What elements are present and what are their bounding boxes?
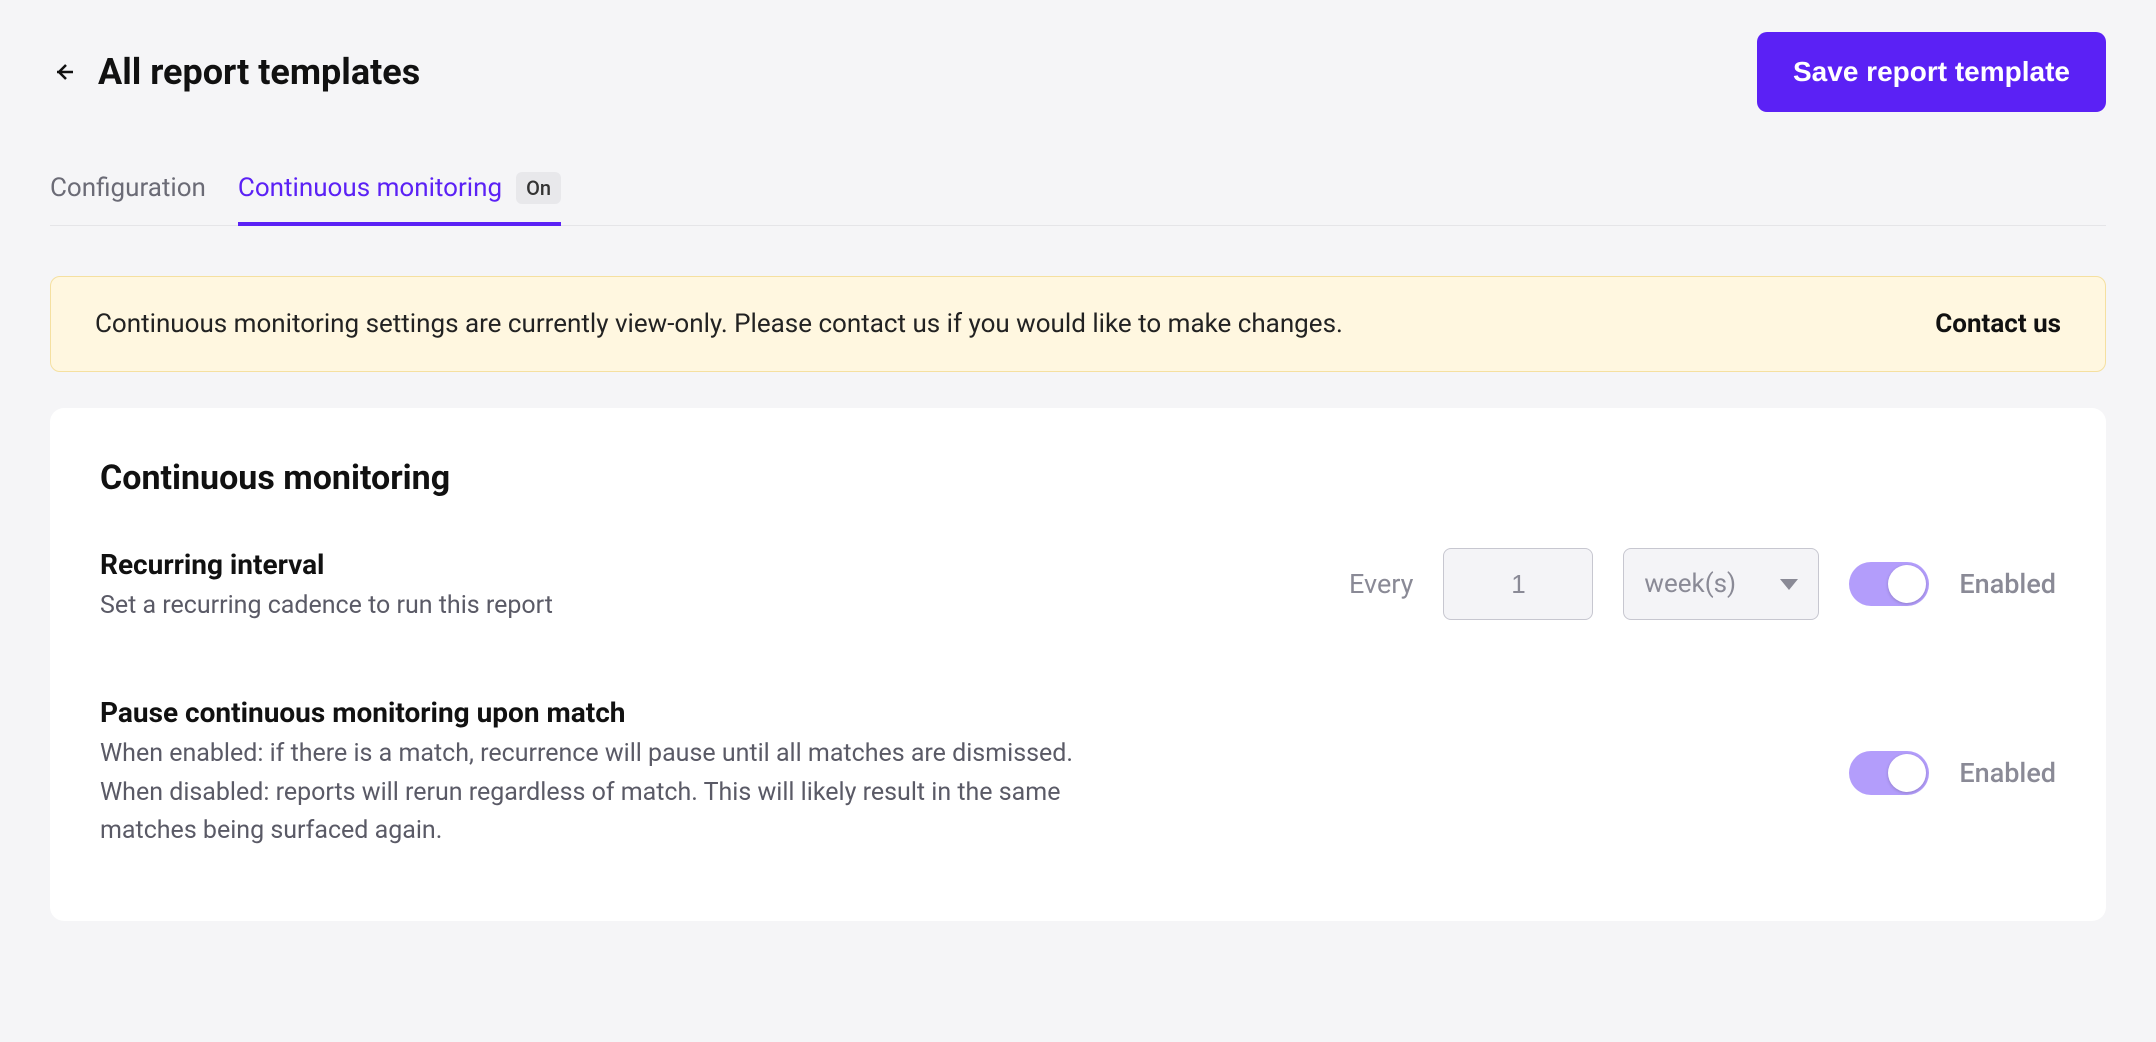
tab-label: Configuration	[50, 173, 206, 203]
setting-info: Pause continuous monitoring upon match W…	[100, 696, 1150, 851]
interval-unit-select[interactable]: week(s)	[1623, 548, 1819, 620]
pause-on-match-row: Pause continuous monitoring upon match W…	[100, 696, 2056, 851]
toggle-knob	[1888, 754, 1926, 792]
arrow-left-icon	[52, 60, 76, 84]
status-badge: On	[516, 172, 561, 204]
card-title: Continuous monitoring	[100, 458, 2056, 498]
monitoring-card: Continuous monitoring Recurring interval…	[50, 408, 2106, 921]
tab-configuration[interactable]: Configuration	[50, 173, 206, 225]
setting-controls: Enabled	[1849, 751, 2056, 795]
tab-continuous-monitoring[interactable]: Continuous monitoring On	[238, 172, 561, 226]
banner-text: Continuous monitoring settings are curre…	[95, 309, 1343, 339]
save-report-template-button[interactable]: Save report template	[1757, 32, 2106, 112]
setting-info: Recurring interval Set a recurring caden…	[100, 548, 1150, 626]
page-header: All report templates Save report templat…	[50, 32, 2106, 112]
header-left: All report templates	[50, 51, 420, 93]
recurring-enabled-toggle[interactable]	[1849, 562, 1929, 606]
setting-title: Recurring interval	[100, 548, 1150, 581]
toggle-label: Enabled	[1959, 757, 2056, 789]
back-button[interactable]	[50, 58, 78, 86]
setting-title: Pause continuous monitoring upon match	[100, 696, 1150, 729]
every-label: Every	[1349, 568, 1413, 600]
contact-us-link[interactable]: Contact us	[1935, 309, 2061, 339]
setting-description: When enabled: if there is a match, recur…	[100, 735, 1150, 851]
toggle-label: Enabled	[1959, 568, 2056, 600]
page-title: All report templates	[98, 51, 420, 93]
setting-description: Set a recurring cadence to run this repo…	[100, 587, 1150, 626]
interval-number-input[interactable]	[1443, 548, 1593, 620]
toggle-knob	[1888, 565, 1926, 603]
pause-enabled-toggle[interactable]	[1849, 751, 1929, 795]
tabs: Configuration Continuous monitoring On	[50, 172, 2106, 226]
recurring-interval-row: Recurring interval Set a recurring caden…	[100, 548, 2056, 626]
info-banner: Continuous monitoring settings are curre…	[50, 276, 2106, 372]
tab-label: Continuous monitoring	[238, 173, 502, 203]
chevron-down-icon	[1780, 579, 1798, 590]
select-value: week(s)	[1644, 569, 1736, 599]
setting-controls: Every week(s) Enabled	[1349, 548, 2056, 620]
